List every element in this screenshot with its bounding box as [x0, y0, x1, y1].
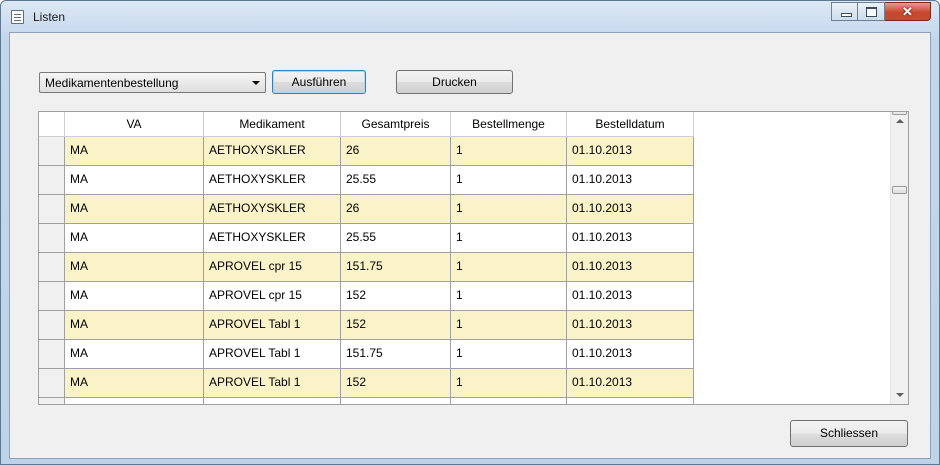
list-select[interactable]: Medikamentenbestellung — [39, 72, 266, 93]
table-cell[interactable]: APROVEL Tabl 1 — [204, 369, 341, 398]
grid-viewport: VA Medikament Gesamtpreis Bestellmenge Beste… — [39, 112, 890, 404]
table-cell[interactable]: APROVEL Tabl 1 — [204, 311, 341, 340]
table-row[interactable]: MAAPROVEL Tabl 1151.75101.10.2013 — [39, 398, 694, 404]
table-cell[interactable]: 01.10.2013 — [567, 282, 694, 311]
table-row[interactable]: MAAPROVEL Tabl 1151.75101.10.2013 — [39, 340, 694, 369]
row-header[interactable] — [39, 166, 65, 195]
maximize-button[interactable] — [858, 2, 885, 21]
table-cell[interactable]: 151.75 — [341, 340, 451, 369]
column-header[interactable]: Medikament — [204, 112, 341, 137]
close-icon: ✕ — [902, 4, 913, 19]
row-header[interactable] — [39, 398, 65, 404]
table-row[interactable]: MA AETHOXYSKLER 26 1 01.10.2013 — [39, 137, 694, 166]
close-window-button[interactable]: ✕ — [885, 2, 931, 21]
close-button[interactable]: Schliessen — [790, 420, 908, 447]
table-row[interactable]: MA APROVEL Tabl 1 152 1 01.10.2013 — [39, 311, 694, 340]
table-cell[interactable]: APROVEL Tabl 1 — [204, 340, 341, 369]
table-row[interactable]: MA AETHOXYSKLER 26 1 01.10.2013 — [39, 195, 694, 224]
table-cell[interactable]: APROVEL cpr 15 — [204, 253, 341, 282]
table-cell[interactable]: MA — [65, 340, 204, 369]
row-header[interactable] — [39, 224, 65, 253]
grid-corner-header — [39, 112, 65, 137]
data-grid[interactable]: VA Medikament Gesamtpreis Bestellmenge Beste… — [38, 111, 909, 405]
table-cell[interactable]: APROVEL cpr 15 — [204, 282, 341, 311]
table-row[interactable]: MA AETHOXYSKLER 25.55 1 01.10.2013 — [39, 224, 694, 253]
row-header[interactable] — [39, 369, 65, 398]
table-row[interactable]: MA AETHOXYSKLER 25.55 1 01.10.2013 — [39, 166, 694, 195]
column-header[interactable]: VA — [65, 112, 204, 137]
table-cell[interactable]: MA — [65, 398, 204, 404]
table-cell[interactable]: 26 — [341, 195, 451, 224]
caption-buttons: ✕ — [831, 2, 931, 21]
table-row[interactable]: MA APROVEL Tabl 1 152 1 01.10.2013 — [39, 369, 694, 398]
table-row[interactable]: MA APROVEL cpr 15 151.75 1 01.10.2013 — [39, 253, 694, 282]
list-window-icon — [11, 10, 24, 24]
table-cell[interactable]: MA — [65, 166, 204, 195]
row-header[interactable] — [39, 253, 65, 282]
scroll-down-icon[interactable] — [891, 387, 908, 404]
table-cell[interactable]: 01.10.2013 — [567, 166, 694, 195]
table-cell[interactable]: 1 — [451, 282, 567, 311]
row-header[interactable] — [39, 311, 65, 340]
table-cell[interactable]: 01.10.2013 — [567, 398, 694, 404]
scroll-up-icon[interactable] — [891, 112, 908, 129]
table-cell[interactable]: AETHOXYSKLER — [204, 195, 341, 224]
row-header[interactable] — [39, 195, 65, 224]
table-cell[interactable]: MA — [65, 195, 204, 224]
table-cell[interactable]: 01.10.2013 — [567, 195, 694, 224]
listen-window: Listen ✕ Medikamentenbestellung Ausführe… — [0, 0, 940, 465]
column-header[interactable]: Bestellmenge — [451, 112, 567, 137]
table-cell[interactable]: MA — [65, 224, 204, 253]
scrollbar-thumb[interactable] — [892, 186, 907, 194]
table-cell[interactable]: 151.75 — [341, 398, 451, 404]
table-cell[interactable]: MA — [65, 369, 204, 398]
table-cell[interactable]: 01.10.2013 — [567, 340, 694, 369]
list-select-value: Medikamentenbestellung — [45, 76, 179, 90]
table-cell[interactable]: AETHOXYSKLER — [204, 137, 341, 166]
table-cell[interactable]: 151.75 — [341, 253, 451, 282]
table-cell[interactable]: 25.55 — [341, 224, 451, 253]
table-cell[interactable]: 1 — [451, 253, 567, 282]
table-cell[interactable]: APROVEL Tabl 1 — [204, 398, 341, 404]
table-cell[interactable]: 1 — [451, 137, 567, 166]
row-header[interactable] — [39, 340, 65, 369]
table-cell[interactable]: 01.10.2013 — [567, 137, 694, 166]
column-header[interactable]: Gesamtpreis — [341, 112, 451, 137]
table-cell[interactable]: 1 — [451, 166, 567, 195]
table-cell[interactable]: 1 — [451, 311, 567, 340]
table-cell[interactable]: MA — [65, 311, 204, 340]
table-cell[interactable]: 01.10.2013 — [567, 311, 694, 340]
vertical-scrollbar[interactable] — [890, 112, 908, 404]
table-cell[interactable]: 152 — [341, 282, 451, 311]
row-header[interactable] — [39, 137, 65, 166]
table-cell[interactable]: 1 — [451, 369, 567, 398]
table-cell[interactable]: 152 — [341, 311, 451, 340]
table-cell[interactable]: AETHOXYSKLER — [204, 224, 341, 253]
table-row[interactable]: MA APROVEL cpr 15 152 1 01.10.2013 — [39, 282, 694, 311]
chevron-down-icon — [252, 81, 260, 85]
table-cell[interactable]: 1 — [451, 340, 567, 369]
table-cell[interactable]: 1 — [451, 195, 567, 224]
window-title: Listen — [33, 10, 66, 24]
table-cell[interactable]: 25.55 — [341, 166, 451, 195]
table-cell[interactable]: 01.10.2013 — [567, 253, 694, 282]
column-header[interactable]: Bestelldatum — [567, 112, 694, 137]
table-cell[interactable]: 26 — [341, 137, 451, 166]
row-header[interactable] — [39, 282, 65, 311]
title-bar[interactable]: Listen ✕ — [1, 1, 939, 31]
table-cell[interactable]: MA — [65, 282, 204, 311]
table-cell[interactable]: AETHOXYSKLER — [204, 166, 341, 195]
minimize-button[interactable] — [831, 2, 858, 21]
table-cell[interactable]: 01.10.2013 — [567, 369, 694, 398]
table-cell[interactable]: MA — [65, 253, 204, 282]
run-button[interactable]: Ausführen — [272, 70, 366, 94]
table-cell[interactable]: 1 — [451, 224, 567, 253]
table-cell[interactable]: MA — [65, 137, 204, 166]
table-cell[interactable]: 1 — [451, 398, 567, 404]
print-button[interactable]: Drucken — [396, 70, 513, 94]
table-cell[interactable]: 01.10.2013 — [567, 224, 694, 253]
table-cell[interactable]: 152 — [341, 369, 451, 398]
